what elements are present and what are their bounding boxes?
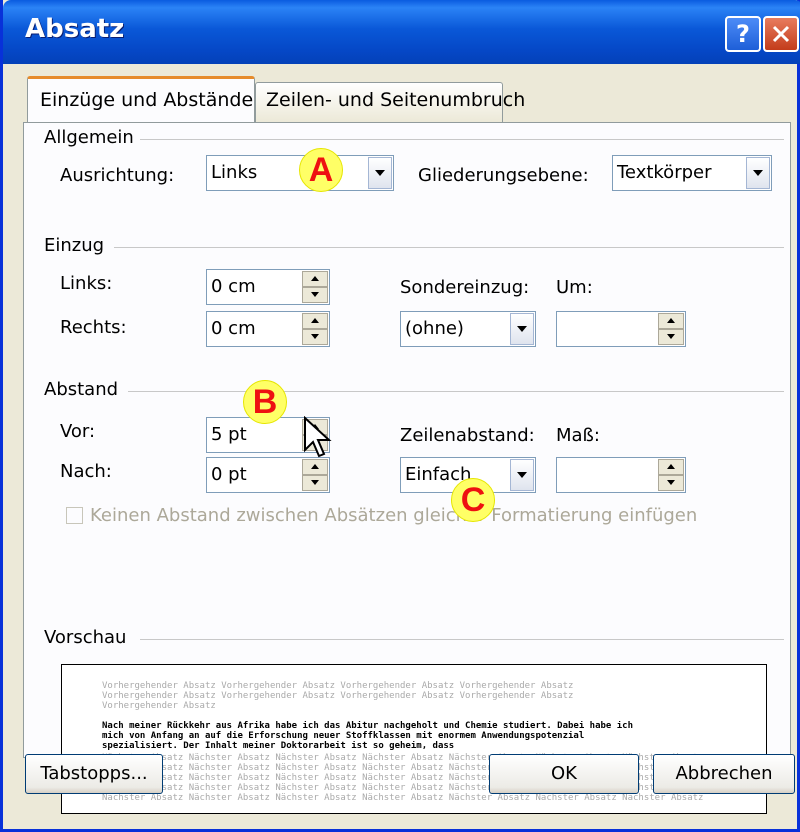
nach-label: Nach: xyxy=(60,461,112,482)
spin-up-icon[interactable] xyxy=(302,271,328,287)
divider xyxy=(114,247,784,248)
spin-up-icon[interactable] xyxy=(658,459,684,475)
spin-down-icon[interactable] xyxy=(658,329,684,345)
sondereinzug-label: Sondereinzug: xyxy=(400,277,530,298)
divider xyxy=(128,391,784,392)
chevron-down-icon[interactable] xyxy=(746,157,770,189)
vor-label: Vor: xyxy=(60,421,96,442)
divider xyxy=(140,639,784,640)
spin-down-icon[interactable] xyxy=(302,287,328,303)
help-icon: ? xyxy=(736,20,750,48)
close-button[interactable] xyxy=(763,16,799,52)
annotation-marker-b: B xyxy=(243,380,287,424)
links-stepper[interactable]: 0 cm xyxy=(206,269,330,305)
um-stepper[interactable] xyxy=(556,311,686,347)
ausrichtung-label: Ausrichtung: xyxy=(60,165,175,186)
tab-panel: Allgemein Ausrichtung: Links Gliederungs… xyxy=(23,122,791,758)
divider xyxy=(134,139,784,140)
tab-zeilen-seitenumbruch[interactable]: Zeilen- und Seitenumbruch xyxy=(255,82,525,122)
tabstopps-button[interactable]: Tabstopps... xyxy=(25,754,163,794)
dialog-window: Absatz ? Einzüge und Abstände Zeilen- un… xyxy=(0,0,800,832)
zeilenabstand-label: Zeilenabstand: xyxy=(400,425,535,446)
ok-button[interactable]: OK xyxy=(489,754,639,794)
chevron-down-icon[interactable] xyxy=(510,313,534,345)
sondereinzug-select[interactable]: (ohne) xyxy=(400,311,536,347)
dialog-title: Absatz xyxy=(25,14,125,44)
annotation-marker-c: C xyxy=(451,478,495,522)
no-spacing-label: Keinen Abstand zwischen Absätzen gleiche… xyxy=(90,505,698,526)
abbrechen-button[interactable]: Abbrechen xyxy=(653,754,795,794)
group-title-allgemein: Allgemein xyxy=(44,127,140,148)
annotation-marker-a: A xyxy=(299,148,343,192)
spin-up-icon[interactable] xyxy=(302,313,328,329)
group-title-vorschau: Vorschau xyxy=(44,627,133,648)
um-label: Um: xyxy=(556,277,593,298)
rechts-label: Rechts: xyxy=(60,317,127,338)
links-label: Links: xyxy=(60,273,113,294)
spin-down-icon[interactable] xyxy=(302,475,328,491)
close-icon xyxy=(772,25,790,43)
nach-stepper[interactable]: 0 pt xyxy=(206,457,330,493)
no-spacing-checkbox[interactable] xyxy=(66,507,83,524)
mass-stepper[interactable] xyxy=(556,457,686,493)
group-title-einzug: Einzug xyxy=(44,235,111,256)
rechts-stepper[interactable]: 0 cm xyxy=(206,311,330,347)
group-title-abstand: Abstand xyxy=(44,379,125,400)
chevron-down-icon[interactable] xyxy=(368,157,392,189)
spin-down-icon[interactable] xyxy=(302,329,328,345)
mouse-cursor-icon xyxy=(304,416,332,458)
help-button[interactable]: ? xyxy=(725,16,761,52)
gliederung-label: Gliederungsebene: xyxy=(418,165,589,186)
chevron-down-icon[interactable] xyxy=(510,459,534,491)
mass-label: Maß: xyxy=(556,425,600,446)
spin-up-icon[interactable] xyxy=(658,313,684,329)
tab-einzuege-abstaende[interactable]: Einzüge und Abstände xyxy=(27,76,255,122)
title-bar: Absatz ? xyxy=(3,0,800,64)
gliederung-select[interactable]: Textkörper xyxy=(612,155,772,191)
spin-down-icon[interactable] xyxy=(658,475,684,491)
